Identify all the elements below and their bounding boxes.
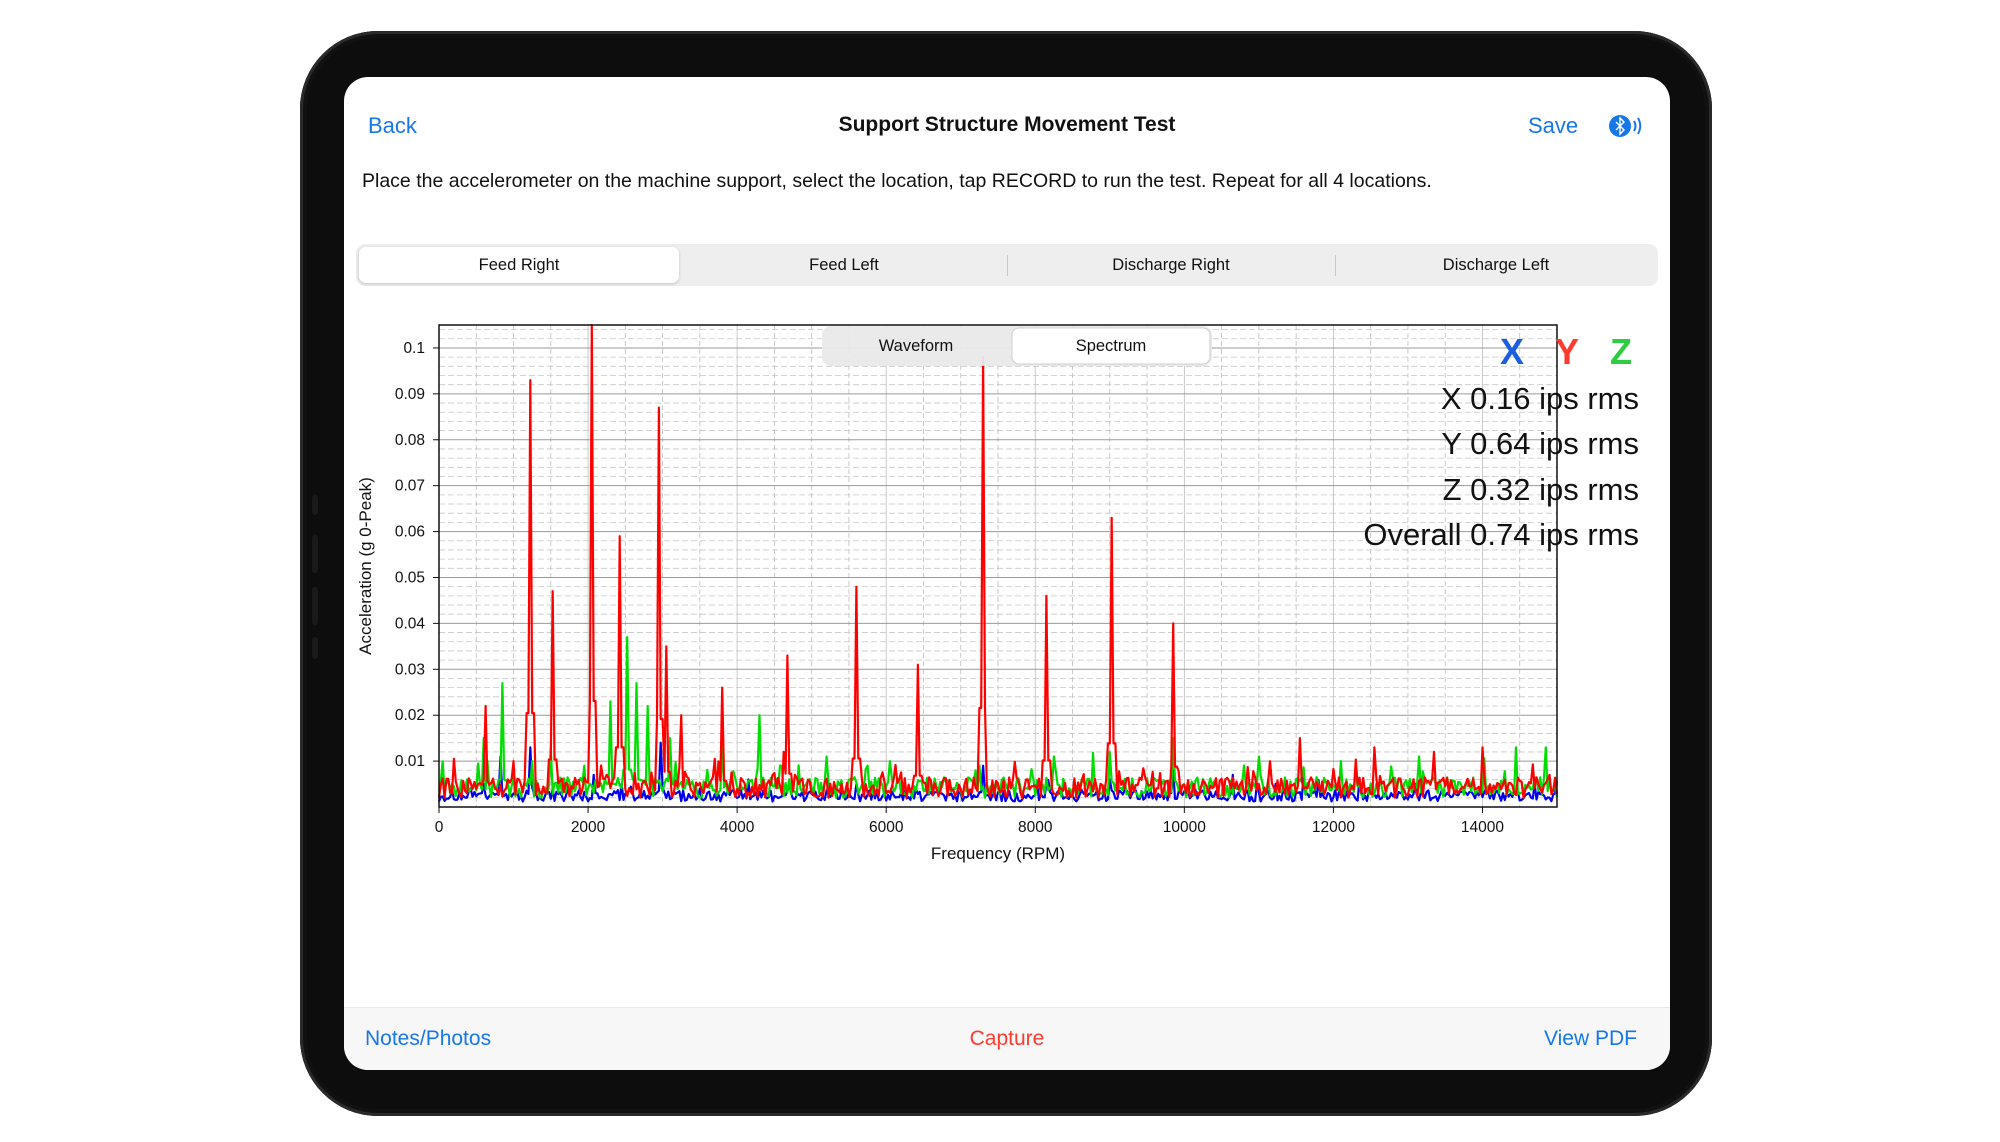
legend-y: Y	[1555, 331, 1579, 372]
x-tick-label: 4000	[720, 819, 755, 836]
y-tick-label: 0.09	[395, 386, 425, 403]
tab-feed-right[interactable]: Feed Right	[359, 247, 679, 283]
y-tick-label: 0.01	[395, 753, 425, 770]
side-button	[312, 587, 318, 625]
x-tick-label: 10000	[1163, 819, 1206, 836]
view-toggle: Waveform Spectrum	[822, 326, 1212, 366]
y-tick-label: 0.1	[403, 340, 425, 357]
tab-discharge-right[interactable]: Discharge Right	[1009, 247, 1333, 283]
y-tick-label: 0.03	[395, 661, 425, 678]
side-button	[312, 637, 318, 659]
page-title: Support Structure Movement Test	[838, 113, 1176, 136]
y-tick-label: 0.05	[395, 569, 425, 586]
location-segmented-control: Feed Right Feed Left Discharge Right Dis…	[356, 244, 1658, 286]
instructions-text: Place the accelerometer on the machine s…	[362, 170, 1432, 192]
x-tick-label: 14000	[1461, 819, 1504, 836]
legend-x: X	[1500, 331, 1524, 372]
legend-z: Z	[1610, 331, 1632, 372]
y-axis-label: Acceleration (g 0-Peak)	[356, 477, 375, 655]
app-screen: Back Support Structure Movement Test Sav…	[344, 77, 1670, 1070]
rms-readout-z: Z 0.32 ips rms	[1443, 472, 1639, 507]
save-button[interactable]: Save	[1528, 113, 1578, 139]
y-tick-label: 0.02	[395, 707, 425, 724]
toggle-waveform[interactable]: Waveform	[879, 337, 954, 355]
x-tick-label: 6000	[869, 819, 904, 836]
view-pdf-button[interactable]: View PDF	[1544, 1027, 1637, 1051]
bluetooth-audio-icon[interactable]	[1607, 112, 1643, 140]
x-tick-label: 0	[435, 819, 444, 836]
side-button	[312, 535, 318, 573]
segment-divider	[1007, 255, 1008, 276]
y-tick-label: 0.06	[395, 524, 425, 541]
rms-readout-y: Y 0.64 ips rms	[1441, 426, 1639, 461]
x-tick-label: 2000	[571, 819, 606, 836]
y-tick-label: 0.04	[395, 615, 426, 632]
segment-divider	[1335, 255, 1336, 276]
tab-feed-left[interactable]: Feed Left	[683, 247, 1005, 283]
x-axis-label: Frequency (RPM)	[931, 844, 1065, 863]
spectrum-chart: 0 2000 4000 6000 8000 10000 12000 14000 0.01 0.02…	[356, 323, 1639, 863]
y-tick-label: 0.07	[395, 478, 425, 495]
toggle-spectrum[interactable]: Spectrum	[1076, 337, 1147, 355]
y-tick-label: 0.08	[395, 432, 425, 449]
rms-readout-overall: Overall 0.74 ips rms	[1363, 517, 1639, 552]
x-tick-label: 12000	[1312, 819, 1355, 836]
side-button	[312, 495, 318, 515]
rms-readout-x: X 0.16 ips rms	[1441, 381, 1639, 416]
x-tick-label: 8000	[1018, 819, 1053, 836]
bottom-toolbar: Notes/Photos Capture View PDF	[344, 1007, 1670, 1070]
capture-button[interactable]: Capture	[344, 1027, 1670, 1051]
tab-discharge-left[interactable]: Discharge Left	[1337, 247, 1655, 283]
